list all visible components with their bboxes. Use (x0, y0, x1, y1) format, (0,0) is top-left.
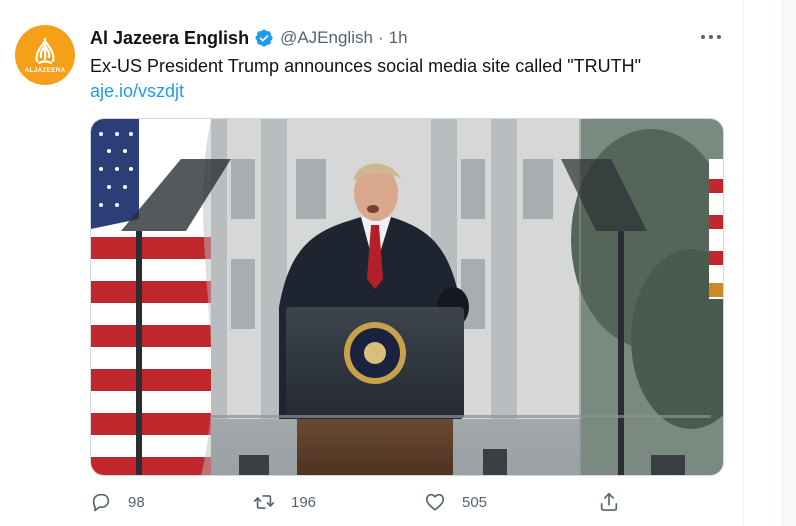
avatar[interactable]: ALJAZEERA (15, 25, 75, 85)
reply-button[interactable]: 98 (90, 486, 145, 518)
tweet[interactable]: ALJAZEERA Al Jazeera English @AJEnglish … (0, 0, 742, 526)
right-sidebar-gutter (743, 0, 796, 526)
avatar-wordmark: ALJAZEERA (24, 67, 66, 74)
tweet-header: Al Jazeera English @AJEnglish · 1h (90, 26, 408, 50)
separator-dot: · (377, 28, 384, 47)
author-handle[interactable]: @AJEnglish (280, 28, 373, 48)
reply-icon (92, 493, 110, 512)
like-count: 505 (462, 493, 488, 511)
tweet-text: Ex-US President Trump announces social m… (90, 56, 641, 76)
author-name[interactable]: Al Jazeera English (90, 28, 249, 49)
retweet-button[interactable]: 196 (253, 486, 316, 518)
like-icon (425, 493, 445, 511)
reply-count: 98 (128, 493, 145, 511)
verified-badge-icon (255, 29, 273, 47)
tweet-actions: 98 196 505 (90, 486, 730, 518)
timestamp[interactable]: 1h (389, 28, 408, 48)
scrollbar-rail[interactable] (782, 0, 796, 526)
tweet-link[interactable]: aje.io/vszdjt (90, 79, 184, 103)
retweet-count: 196 (291, 493, 317, 511)
like-button[interactable]: 505 (424, 486, 487, 518)
share-icon (600, 492, 618, 511)
share-button[interactable] (598, 486, 620, 518)
aljazeera-logo-icon (35, 37, 55, 65)
retweet-icon (253, 495, 275, 509)
more-horizontal-icon[interactable] (698, 27, 724, 47)
tweet-photo[interactable] (90, 118, 724, 476)
photo-scene (91, 119, 723, 475)
